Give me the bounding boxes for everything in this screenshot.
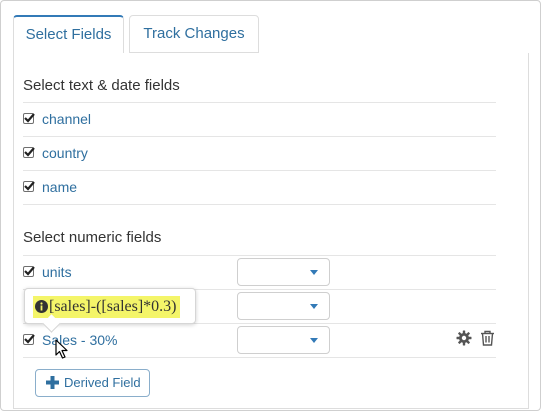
text-date-heading: Select text & date fields — [23, 77, 180, 94]
formula-highlight: [sales]-([sales]*0.3) — [33, 296, 180, 318]
gear-icon[interactable] — [456, 330, 472, 346]
country-label[interactable]: country — [42, 145, 88, 161]
field-selector-dialog: Select Fields Track Changes Select text … — [0, 0, 541, 411]
mouse-cursor-icon — [55, 339, 68, 359]
caret-down-icon — [310, 338, 318, 343]
sales-30-checkbox[interactable] — [23, 334, 35, 345]
tab-bar: Select Fields Track Changes — [13, 15, 529, 54]
divider — [23, 357, 496, 358]
field-row-sales-30: Sales - 30% — [23, 324, 496, 358]
formula-text: [sales]-([sales]*0.3) — [49, 298, 177, 315]
tab-select-fields[interactable]: Select Fields — [13, 15, 124, 54]
units-aggregation-select[interactable] — [237, 258, 330, 286]
name-label[interactable]: name — [42, 179, 77, 195]
sales-30-label[interactable]: Sales - 30% — [42, 332, 117, 348]
field-row-channel: channel — [23, 103, 496, 137]
channel-checkbox[interactable] — [23, 113, 35, 124]
trash-icon[interactable] — [480, 330, 495, 346]
divider — [23, 204, 496, 205]
field-row-name: name — [23, 171, 496, 205]
field-row-country: country — [23, 137, 496, 171]
derived-field-actions — [456, 330, 496, 350]
field-row-units: units — [23, 256, 496, 290]
units-label[interactable]: units — [42, 264, 72, 280]
channel-label[interactable]: channel — [42, 111, 91, 127]
units-checkbox[interactable] — [23, 266, 35, 277]
derived-field-label: Derived Field — [64, 375, 141, 390]
formula-tooltip: [sales]-([sales]*0.3) — [24, 288, 196, 333]
sales-30-aggregation-select[interactable] — [237, 326, 330, 354]
add-derived-field-button[interactable]: Derived Field — [35, 369, 150, 397]
caret-down-icon — [310, 270, 318, 275]
aggregation-select[interactable] — [237, 292, 330, 320]
tab-select-fields-label: Select Fields — [25, 26, 112, 43]
tab-track-changes-label: Track Changes — [143, 25, 245, 42]
country-checkbox[interactable] — [23, 147, 35, 158]
info-icon — [35, 300, 48, 313]
numeric-heading: Select numeric fields — [23, 229, 162, 246]
caret-down-icon — [310, 304, 318, 309]
tab-track-changes[interactable]: Track Changes — [129, 15, 259, 53]
plus-icon — [46, 376, 59, 389]
name-checkbox[interactable] — [23, 181, 35, 192]
